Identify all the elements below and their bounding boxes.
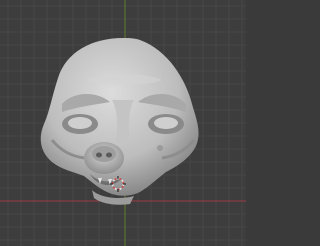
3d-cursor-icon[interactable] [0, 0, 246, 246]
3d-viewport[interactable] [0, 0, 246, 246]
